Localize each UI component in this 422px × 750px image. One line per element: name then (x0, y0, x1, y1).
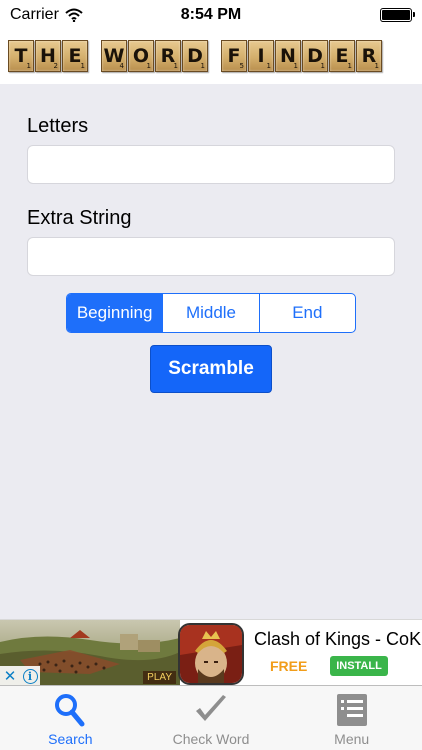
letter-tile: R1 (356, 40, 382, 72)
tile-letter: E (68, 45, 82, 67)
letter-tile: O1 (128, 40, 154, 72)
ad-info-icon[interactable]: i (20, 666, 40, 686)
app-header: T1H2E1W4O1R1D1F5I1N1D1E1R1 (0, 30, 422, 84)
tile-points: 4 (119, 62, 124, 70)
ad-app-icon[interactable] (178, 623, 244, 685)
ad-play-label[interactable]: PLAY (143, 671, 176, 684)
tab-menu[interactable]: Menu (281, 686, 422, 750)
tile-points: 1 (266, 62, 271, 70)
segment-end[interactable]: End (258, 294, 355, 332)
letter-tile: D1 (302, 40, 328, 72)
tab-menu-label: Menu (334, 731, 370, 747)
app-logo-tiles: T1H2E1W4O1R1D1F5I1N1D1E1R1 (8, 40, 395, 74)
letters-input[interactable] (27, 145, 395, 184)
tab-bar: Search Check Word Menu (0, 685, 422, 750)
battery-icon (380, 8, 415, 22)
letter-tile: E1 (62, 40, 88, 72)
tile-letter: F (227, 45, 241, 67)
ad-app-title[interactable]: Clash of Kings - CoK (254, 629, 421, 650)
letter-tile: N1 (275, 40, 301, 72)
letter-tile: R1 (155, 40, 181, 72)
tile-word: W4O1R1D1 (101, 40, 209, 74)
extra-string-label: Extra String (27, 207, 132, 229)
letter-tile: F5 (221, 40, 247, 72)
tile-points: 1 (173, 62, 178, 70)
tile-points: 2 (53, 62, 58, 70)
tab-check-word[interactable]: Check Word (141, 686, 282, 750)
letter-tile: D1 (182, 40, 208, 72)
carrier-name: Carrier (10, 6, 59, 23)
tab-check-word-label: Check Word (172, 731, 250, 747)
menu-list-icon (336, 694, 367, 726)
tile-word: T1H2E1 (8, 40, 89, 74)
ad-game-scene-image[interactable]: ✕ i PLAY (0, 620, 180, 686)
letter-tile: T1 (8, 40, 34, 72)
tile-points: 1 (26, 62, 31, 70)
tile-points: 1 (200, 62, 205, 70)
magnifier-icon (55, 694, 85, 727)
tile-points: 1 (320, 62, 325, 70)
segment-beginning[interactable]: Beginning (67, 294, 163, 332)
ad-price-label: FREE (270, 658, 308, 674)
tile-points: 5 (239, 62, 244, 70)
tile-points: 1 (80, 62, 85, 70)
wifi-icon (65, 8, 83, 22)
letter-tile: E1 (329, 40, 355, 72)
checkmark-icon (196, 695, 226, 721)
ad-banner[interactable]: ✕ i PLAY Clash of Kings - CoK FREE INSTA… (0, 619, 422, 686)
tab-search-label: Search (48, 731, 93, 747)
tile-points: 1 (374, 62, 379, 70)
ad-install-button[interactable]: INSTALL (330, 656, 388, 676)
extra-string-input[interactable] (27, 237, 395, 276)
status-bar: Carrier 8:54 PM (0, 0, 422, 30)
letter-tile: W4 (101, 40, 127, 72)
tab-search[interactable]: Search (0, 686, 141, 750)
tile-word: F5I1N1D1E1R1 (221, 40, 383, 74)
letter-tile: H2 (35, 40, 61, 72)
tile-letter: E (335, 45, 349, 67)
tile-points: 1 (347, 62, 352, 70)
position-segmented-control: Beginning Middle End (66, 293, 356, 333)
letter-tile: I1 (248, 40, 274, 72)
tile-points: 1 (293, 62, 298, 70)
letters-label: Letters (27, 115, 89, 137)
tile-letter: T (14, 45, 28, 67)
segment-middle[interactable]: Middle (162, 294, 258, 332)
scramble-button[interactable]: Scramble (150, 345, 272, 393)
tile-letter: I (257, 45, 265, 67)
ad-close-icon[interactable]: ✕ (0, 666, 20, 686)
tile-points: 1 (146, 62, 151, 70)
